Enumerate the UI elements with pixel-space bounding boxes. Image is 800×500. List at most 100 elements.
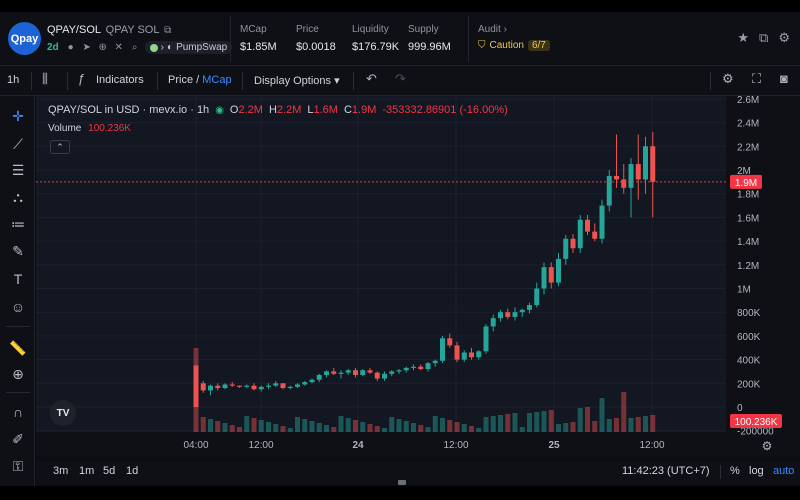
camera-icon[interactable]: ◙ (780, 71, 788, 86)
token-age: 2d (47, 42, 59, 53)
chart-background (36, 96, 800, 456)
price-option[interactable]: Price (168, 74, 193, 86)
volume-bar (331, 427, 337, 432)
candle-type-icon[interactable]: ⫼ (42, 71, 48, 87)
fib-icon[interactable]: ≔ (8, 214, 28, 234)
volume-bar (237, 427, 242, 432)
settings-icon[interactable]: ⚙ (722, 71, 734, 87)
lock-drawing-icon[interactable]: ✐ (8, 429, 28, 449)
app: Qpay QPAY/SOL QPAY SOL ⧉ 2d ● ➤ ⊕ ✕ ⌕ › … (0, 0, 800, 500)
fullscreen-icon[interactable]: ⛶ (752, 71, 761, 87)
divider (242, 72, 243, 90)
crosshair-icon[interactable]: ✛ (8, 106, 28, 126)
indicators-button[interactable]: Indicators (96, 74, 144, 86)
volume-bar (302, 419, 308, 432)
y-tick-label: 800K (737, 308, 761, 319)
range-1d[interactable]: 1d (126, 465, 138, 477)
volume-bar (490, 416, 496, 432)
candle-body (208, 385, 213, 391)
candle-body (287, 386, 293, 389)
volume-value: 100.236K (88, 123, 131, 134)
ohlc-low: L1.6M (307, 104, 338, 116)
range-5d[interactable]: 5d (103, 465, 115, 477)
ruler-icon[interactable]: 📏 (8, 338, 28, 358)
collapse-legend-button[interactable]: ⌃ (50, 140, 70, 154)
candle-body (360, 370, 366, 376)
volume-bar (599, 398, 605, 432)
volume-bar (215, 421, 221, 432)
dex-pill[interactable]: › ◐ PumpSwap (144, 41, 233, 54)
stat-mcap: MCap $1.85M (240, 24, 277, 53)
tradingview-logo[interactable]: TV (50, 400, 76, 426)
emoji-icon[interactable]: ☺ (8, 297, 28, 317)
resize-handle[interactable] (398, 480, 406, 485)
volume-bar (367, 424, 373, 432)
x-tick-label: 12:00 (248, 440, 273, 451)
range-1m[interactable]: 1m (79, 465, 94, 477)
pumpswap-icon: ◐ (167, 42, 174, 53)
redo-icon[interactable]: ↷ (395, 71, 406, 87)
volume-bar (273, 424, 279, 432)
volume-bar (432, 416, 438, 432)
undo-icon[interactable]: ↶ (366, 71, 377, 87)
settings-icon[interactable]: ⚙ (778, 30, 790, 46)
candle-body (331, 371, 337, 374)
caution-badge[interactable]: ⛉ Caution 6/7 (478, 40, 550, 51)
mcap-option[interactable]: MCap (202, 74, 231, 86)
volume-badge-label: 100.236K (735, 417, 778, 428)
log-toggle[interactable]: log (749, 465, 764, 477)
candle-body (519, 309, 525, 313)
candle-body (295, 384, 300, 387)
horizontal-lines-icon[interactable]: ☰ (8, 160, 28, 180)
magnet-icon[interactable]: ∩ (8, 402, 28, 422)
globe-icon[interactable]: ⊕ (97, 42, 109, 53)
price-chart[interactable]: 2.6M 2.4M 2.2M 2M 1.8M 1.6M 1.4M 1.2M 1M 800K 600K… (36, 96, 800, 456)
percent-toggle[interactable]: % (730, 465, 740, 477)
volume-bar (614, 418, 619, 432)
volume-bar (418, 425, 424, 432)
audit-section[interactable]: Audit › ⛉ Caution 6/7 (478, 24, 550, 51)
candle-body (483, 326, 489, 352)
user-icon[interactable]: ● (65, 42, 77, 53)
fx-icon[interactable]: ƒ (78, 71, 85, 86)
auto-toggle[interactable]: auto (773, 465, 794, 477)
o-value: 2.2M (238, 104, 263, 116)
display-options-button[interactable]: Display Options ▾ (254, 74, 340, 87)
star-icon[interactable]: ★ (737, 30, 749, 46)
ohlc-open: O2.2M (230, 104, 263, 116)
price-mcap-toggle[interactable]: Price / MCap (168, 74, 232, 86)
candle-body (302, 382, 308, 385)
chart-title: QPAY/SOL in USD · mevx.io · 1h (48, 104, 210, 116)
interval-button[interactable]: 1h (7, 74, 19, 86)
volume-bar (628, 418, 634, 432)
eye-icon[interactable]: ◉ (215, 105, 224, 116)
pattern-icon[interactable]: ⛬ (8, 187, 28, 207)
stat-value: $0.0018 (296, 41, 336, 53)
volume-bar (287, 428, 293, 432)
h-value: 2.2M (276, 104, 302, 116)
audit-label: Audit (478, 24, 501, 35)
candle-body (527, 305, 532, 310)
volume-bar (324, 425, 329, 432)
h-label: H (268, 104, 277, 116)
candle-body (490, 318, 496, 327)
x-icon[interactable]: ✕ (113, 42, 125, 53)
range-3m[interactable]: 3m (53, 465, 68, 477)
chart-canvas[interactable]: 2.6M2.4M2.2M2M1.8M1.6M1.4M1.2M1M800K600K… (36, 96, 800, 456)
drawing-toolbar: ✛ ⟋ ☰ ⛬ ≔ ✎ T ☺ 📏 ⊕ ∩ ✐ ⚿ (0, 96, 35, 486)
text-icon[interactable]: T (8, 269, 28, 289)
volume-bar (360, 422, 366, 432)
header-actions: ★ ⧉ ⚙ (737, 30, 790, 46)
lock-icon[interactable]: ⚿ (8, 456, 28, 476)
divider (157, 72, 158, 90)
share-icon[interactable]: ⧉ (759, 30, 768, 46)
clock[interactable]: 11:42:23 (UTC+7) (622, 465, 710, 477)
search-icon[interactable]: ⌕ (129, 42, 141, 53)
zoom-in-icon[interactable]: ⊕ (8, 364, 28, 384)
telegram-icon[interactable]: ➤ (81, 42, 93, 53)
copy-icon[interactable]: ⧉ (164, 25, 171, 36)
candle-body (229, 384, 235, 386)
brush-icon[interactable]: ✎ (8, 241, 28, 261)
trend-line-icon[interactable]: ⟋ (8, 134, 28, 154)
volume-bar (382, 428, 387, 432)
